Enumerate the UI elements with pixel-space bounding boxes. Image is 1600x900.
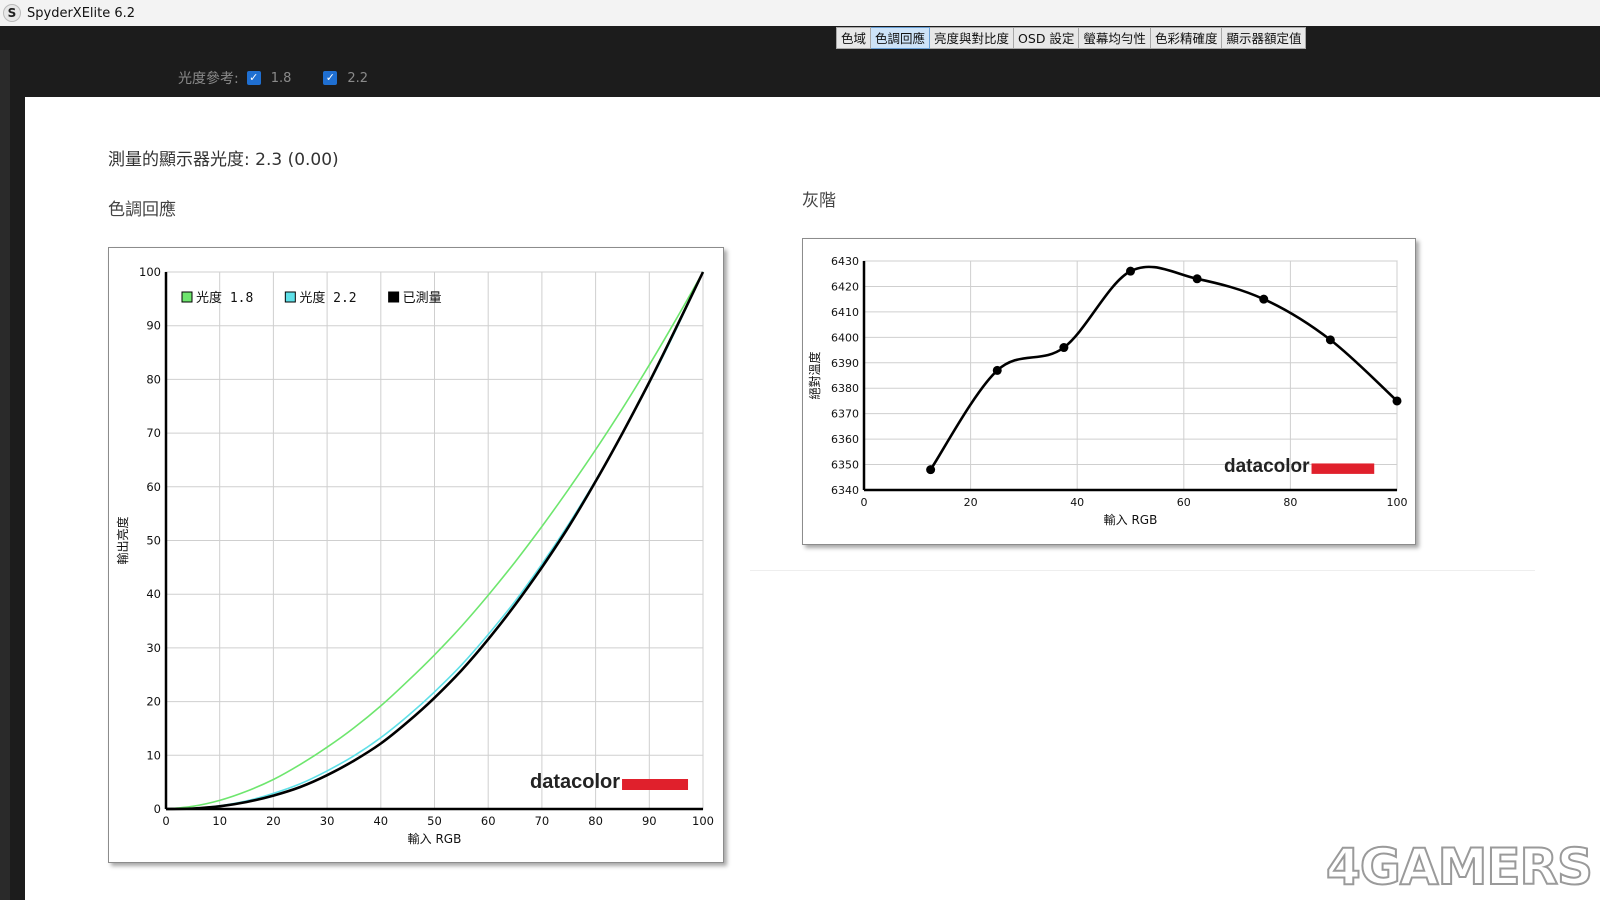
y-axis-label: 輸出亮度 xyxy=(115,516,130,564)
datacolor-logo-bar xyxy=(1311,463,1375,474)
y-tick-label: 0 xyxy=(154,802,161,816)
y-tick-label: 6430 xyxy=(831,255,859,268)
x-tick-label: 70 xyxy=(535,814,550,828)
data-point xyxy=(1392,396,1402,406)
x-tick-label: 20 xyxy=(964,496,978,509)
grayscale-heading: 灰階 xyxy=(802,191,836,211)
measured-gamma-text: 測量的顯示器光度: 2.3 (0.00) xyxy=(108,150,339,170)
data-point xyxy=(1126,266,1135,276)
x-tick-label: 40 xyxy=(373,814,388,828)
data-point xyxy=(1059,343,1069,353)
x-tick-label: 0 xyxy=(162,814,169,828)
y-tick-label: 80 xyxy=(146,372,161,386)
gamma-reference-label: 光度參考: xyxy=(178,71,239,87)
tone-response-chart: 0 10 20 30 40 50 60 70 80 90 100 0 10 20 30 40 50 60 70 80 9… xyxy=(108,247,724,863)
tone-response-svg: 0 10 20 30 40 50 60 70 80 90 100 0 10 20 30 40 50 60 70 80 9… xyxy=(115,265,714,846)
y-tick-label: 6350 xyxy=(831,459,859,472)
datacolor-logo-bar xyxy=(622,779,689,790)
section-divider xyxy=(750,570,1535,571)
y-tick-label: 90 xyxy=(146,319,161,333)
y-tick-label: 60 xyxy=(146,480,161,494)
y-tick-label: 6370 xyxy=(831,408,859,421)
tab-tone-response[interactable]: 色調回應 xyxy=(871,27,931,49)
x-tick-label: 40 xyxy=(1070,496,1084,509)
data-point xyxy=(926,465,936,475)
y-tick-label: 70 xyxy=(146,426,161,440)
window-title: SpyderXElite 6.2 xyxy=(27,5,136,21)
y-tick-label: 6380 xyxy=(831,382,859,395)
y-tick-label: 40 xyxy=(146,587,161,601)
x-tick-label: 60 xyxy=(1177,496,1191,509)
legend-swatch xyxy=(284,291,296,303)
x-axis-label: 輸入 RGB xyxy=(1104,512,1158,527)
title-bar: S SpyderXElite 6.2 xyxy=(0,0,1600,26)
x-tick-label: 10 xyxy=(212,814,227,828)
x-tick-label: 80 xyxy=(1283,496,1297,509)
tab-brightness-contrast[interactable]: 亮度與對比度 xyxy=(930,27,1015,49)
legend-label: 已測量 xyxy=(403,291,442,306)
app-icon: S xyxy=(3,4,21,22)
data-point xyxy=(1325,335,1335,345)
y-tick-label: 6420 xyxy=(831,280,859,293)
x-tick-label: 0 xyxy=(861,496,868,509)
x-tick-label: 80 xyxy=(588,814,603,828)
legend-label: 光度 2.2 xyxy=(299,290,356,306)
y-tick-label: 30 xyxy=(146,641,161,655)
x-tick-label: 50 xyxy=(427,814,442,828)
tab-screen-uniformity[interactable]: 螢幕均勻性 xyxy=(1079,27,1151,49)
legend-swatch xyxy=(181,291,193,303)
gamma-18-label: 1.8 xyxy=(270,70,292,86)
data-point xyxy=(1192,274,1202,284)
x-tick-label: 100 xyxy=(1387,496,1408,509)
legend-swatch xyxy=(388,291,400,303)
x-tick-label: 90 xyxy=(642,814,657,828)
tab-osd-settings[interactable]: OSD 設定 xyxy=(1014,27,1080,49)
report-tabs: 色域 色調回應 亮度與對比度 OSD 設定 螢幕均勻性 色彩精確度 顯示器額定值 xyxy=(836,27,1307,49)
tone-response-heading: 色調回應 xyxy=(108,200,176,220)
y-tick-label: 50 xyxy=(146,534,161,548)
data-point xyxy=(992,365,1002,375)
y-tick-label: 6400 xyxy=(831,331,859,344)
data-point xyxy=(1259,294,1269,304)
gamma-22-label: 2.2 xyxy=(347,70,369,86)
y-tick-label: 100 xyxy=(139,265,161,279)
x-axis-label: 輸入 RGB xyxy=(408,831,462,846)
grayscale-chart: 0 20 40 60 80 100 6340 6350 6360 6370 6380 6390 6400… xyxy=(802,238,1416,545)
y-tick-label: 10 xyxy=(146,748,161,762)
y-tick-label: 6410 xyxy=(831,306,859,319)
gamma-reference-row: 光度參考: ✓ 1.8 ✓ 2.2 xyxy=(178,68,392,88)
gamma-18-checkbox[interactable]: ✓ xyxy=(246,71,261,85)
y-tick-label: 6340 xyxy=(831,484,859,497)
tab-color-gamut[interactable]: 色域 xyxy=(836,27,872,49)
x-tick-label: 60 xyxy=(481,814,496,828)
y-tick-label: 20 xyxy=(146,695,161,709)
x-tick-label: 30 xyxy=(320,814,335,828)
x-tick-label: 100 xyxy=(692,814,714,828)
x-tick-label: 20 xyxy=(266,814,281,828)
watermark-logo: 4GAMERS xyxy=(1325,837,1594,897)
grayscale-svg: 0 20 40 60 80 100 6340 6350 6360 6370 6380 6390 6400… xyxy=(807,255,1408,527)
gamma-22-checkbox[interactable]: ✓ xyxy=(323,71,338,85)
plot-area xyxy=(863,260,1398,491)
datacolor-logo-text: datacolor xyxy=(1224,456,1310,477)
tab-color-accuracy[interactable]: 色彩精確度 xyxy=(1150,27,1223,49)
datacolor-logo-text: datacolor xyxy=(530,771,620,793)
legend-label: 光度 1.8 xyxy=(196,290,253,306)
y-tick-label: 6390 xyxy=(831,357,859,370)
y-axis-label: 絕對溫度 xyxy=(807,351,822,399)
y-tick-label: 6360 xyxy=(831,433,859,446)
left-edge xyxy=(0,50,10,900)
tab-display-rating[interactable]: 顯示器額定值 xyxy=(1222,27,1307,49)
